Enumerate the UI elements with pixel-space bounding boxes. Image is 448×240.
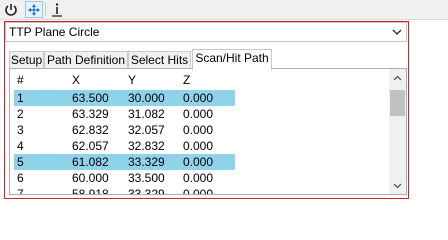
move-arrows-button[interactable]: [25, 1, 43, 18]
cell-index: 6: [17, 171, 24, 185]
column-header-z[interactable]: Z: [183, 72, 190, 88]
cell-index: 1: [17, 91, 24, 105]
column-header-x[interactable]: X: [72, 72, 80, 88]
tab-select-hits[interactable]: Select Hits: [128, 51, 191, 69]
cell-y: 32.057: [128, 123, 165, 137]
vertical-scrollbar[interactable]: [389, 69, 406, 194]
cell-z: 0.000: [183, 155, 214, 169]
cell-y: 31.082: [128, 107, 165, 121]
power-probe-button[interactable]: [2, 1, 20, 18]
cell-z: 0.000: [183, 139, 214, 153]
cell-x: 60.000: [72, 171, 109, 185]
info-button[interactable]: [48, 1, 66, 18]
cell-x: 58.918: [72, 187, 109, 195]
cell-x: 62.832: [72, 123, 109, 137]
tab-label: Path Definition: [46, 53, 126, 67]
column-header-y[interactable]: Y: [128, 72, 136, 88]
tab-setup[interactable]: Setup: [9, 51, 44, 69]
scroll-thumb[interactable]: [390, 90, 405, 116]
scroll-down-button[interactable]: [389, 177, 406, 194]
power-probe-icon: [5, 3, 17, 16]
cell-x: 63.500: [72, 91, 109, 105]
tab-label: Setup: [10, 53, 43, 67]
column-header-index[interactable]: #: [17, 72, 24, 88]
cell-y: 33.329: [128, 155, 165, 169]
chevron-up-icon: [393, 75, 402, 80]
cell-index: 3: [17, 123, 24, 137]
cell-x: 63.329: [72, 107, 109, 121]
cell-x: 61.082: [72, 155, 109, 169]
cell-z: 0.000: [183, 91, 214, 105]
cell-y: 30.000: [128, 91, 165, 105]
cell-index: 4: [17, 139, 24, 153]
tab-scan-hit-path[interactable]: Scan/Hit Path: [192, 49, 272, 70]
combo-value: TTP Plane Circle: [9, 25, 100, 39]
tab-label: Select Hits: [130, 53, 189, 67]
chevron-down-icon: [393, 183, 402, 188]
cell-z: 0.000: [183, 107, 214, 121]
cell-y: 32.832: [128, 139, 165, 153]
scroll-up-button[interactable]: [389, 69, 406, 86]
cell-index: 5: [17, 155, 24, 169]
info-icon: [52, 3, 62, 17]
scan-hit-path-list[interactable]: # X Y Z 1 63.500 30.000 0.000 2 63.329 31.082 0…: [9, 68, 407, 195]
toolbar-separator: [45, 3, 46, 16]
cell-x: 62.057: [72, 139, 109, 153]
cell-z: 0.000: [183, 123, 214, 137]
tab-label: Scan/Hit Path: [195, 51, 269, 65]
cell-index: 2: [17, 107, 24, 121]
cell-index: 7: [17, 187, 24, 195]
cell-z: 0.000: [183, 171, 214, 185]
tab-path-definition[interactable]: Path Definition: [44, 51, 128, 69]
cell-y: 33.329: [128, 187, 165, 195]
move-arrows-icon: [28, 3, 40, 16]
cell-z: 0.000: [183, 187, 214, 195]
chevron-down-icon[interactable]: [391, 26, 403, 38]
toolbar: [0, 0, 448, 20]
feature-combobox[interactable]: TTP Plane Circle: [5, 22, 407, 42]
cell-y: 33.500: [128, 171, 165, 185]
